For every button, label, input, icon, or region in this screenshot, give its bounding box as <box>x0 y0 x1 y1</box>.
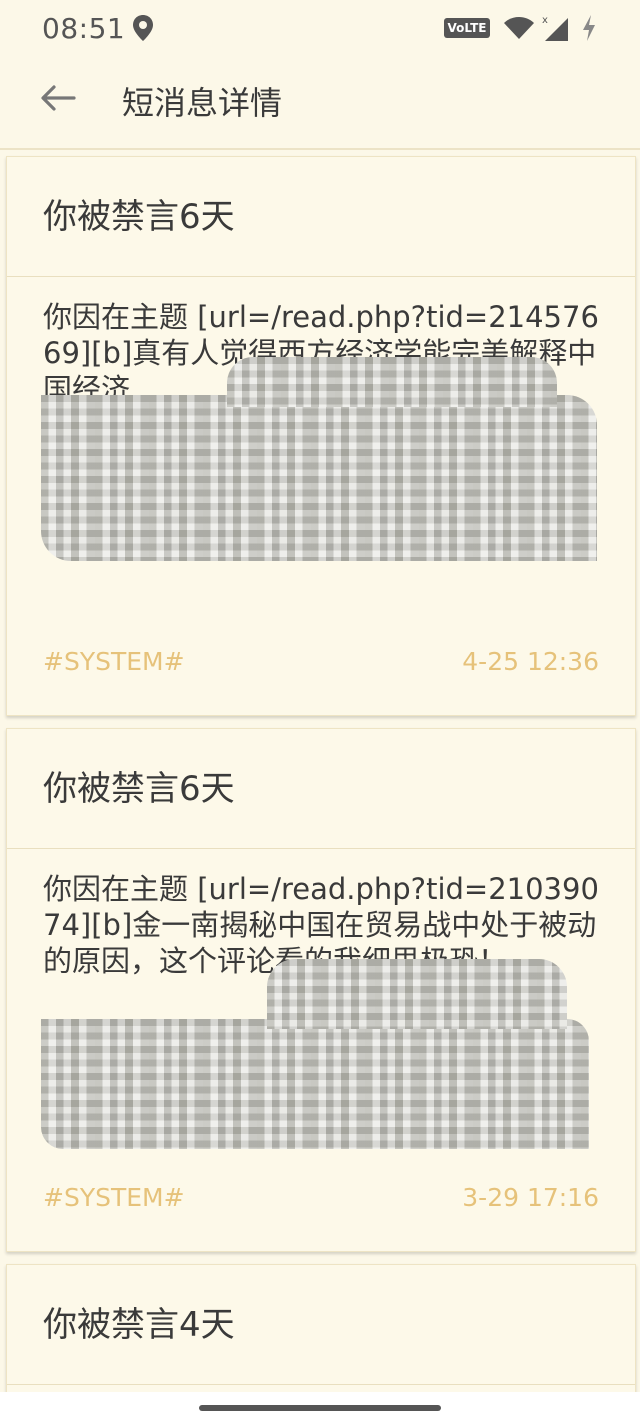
message-title: 你被禁言6天 <box>7 729 635 849</box>
redacted-area <box>227 357 557 407</box>
signal-icon: x <box>542 15 568 41</box>
redacted-area <box>267 959 567 1029</box>
volte-badge: VoLTE <box>444 18 490 38</box>
page-title: 短消息详情 <box>122 84 283 122</box>
gesture-nav-bar <box>0 1392 640 1422</box>
message-time: 4-25 12:36 <box>462 647 599 676</box>
status-bar: 08:51 VoLTE x <box>0 0 640 56</box>
location-icon <box>133 15 153 41</box>
message-card[interactable]: 你被禁言6天 你因在主题 [url=/read.php?tid=21457669… <box>6 156 636 716</box>
arrow-left-icon[interactable] <box>38 78 78 118</box>
message-tag: #SYSTEM# <box>43 647 185 676</box>
redacted-area <box>41 395 597 561</box>
svg-text:x: x <box>542 15 548 26</box>
status-time: 08:51 <box>42 12 126 45</box>
charging-icon <box>583 15 595 41</box>
message-tag: #SYSTEM# <box>43 1183 185 1212</box>
redacted-area <box>41 1019 589 1149</box>
message-card[interactable]: 你被禁言6天 你因在主题 [url=/read.php?tid=21039074… <box>6 728 636 1252</box>
message-title: 你被禁言6天 <box>7 157 635 277</box>
home-handle[interactable] <box>199 1405 441 1411</box>
message-title: 你被禁言4天 <box>7 1265 635 1385</box>
app-bar: 短消息详情 <box>0 56 640 150</box>
wifi-icon <box>504 17 534 39</box>
message-body: 你因在主题 [url=/read.php?tid=21039074][b]金一南… <box>7 849 635 1169</box>
message-body: 你因在主题 [url=/read.php?tid=21457669][b]真有人… <box>7 277 635 631</box>
message-time: 3-29 17:16 <box>462 1183 599 1212</box>
message-card[interactable]: 你被禁言4天 <box>6 1264 636 1406</box>
